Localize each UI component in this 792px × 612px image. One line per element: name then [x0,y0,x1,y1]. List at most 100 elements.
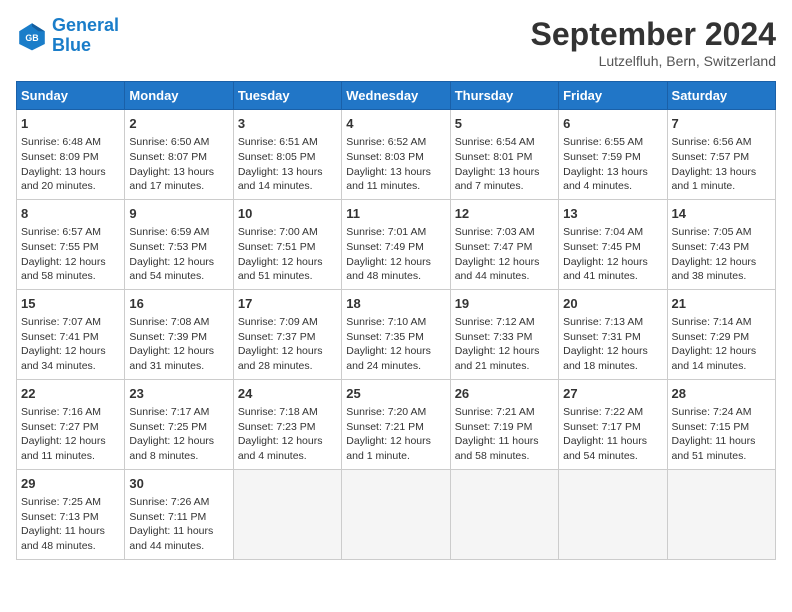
day-info: Sunrise: 7:21 AM Sunset: 7:19 PM Dayligh… [455,405,554,464]
day-info: Sunrise: 6:51 AM Sunset: 8:05 PM Dayligh… [238,135,337,194]
calendar-cell [559,469,667,559]
calendar-cell [450,469,558,559]
day-info: Sunrise: 7:26 AM Sunset: 7:11 PM Dayligh… [129,495,228,554]
day-info: Sunrise: 7:12 AM Sunset: 7:33 PM Dayligh… [455,315,554,374]
calendar-cell: 4Sunrise: 6:52 AM Sunset: 8:03 PM Daylig… [342,110,450,200]
calendar-cell: 15 Sunrise: 7:07 AM Sunset: 7:41 PM Dayli… [17,289,125,379]
calendar-cell: 24 Sunrise: 7:18 AM Sunset: 7:23 PM Dayli… [233,379,341,469]
weekday-header: Monday [125,82,233,110]
calendar-week-row: 29 Sunrise: 7:25 AM Sunset: 7:13 PM Dayli… [17,469,776,559]
day-number: 29 [21,475,120,493]
day-number: 30 [129,475,228,493]
day-info: Sunrise: 7:22 AM Sunset: 7:17 PM Dayligh… [563,405,662,464]
page-header: GB General Blue September 2024 Lutzelflu… [16,16,776,69]
calendar-week-row: 15 Sunrise: 7:07 AM Sunset: 7:41 PM Dayli… [17,289,776,379]
calendar-cell: 18Sunrise: 7:10 AM Sunset: 7:35 PM Dayli… [342,289,450,379]
calendar-cell: 19 Sunrise: 7:12 AM Sunset: 7:33 PM Dayli… [450,289,558,379]
day-number: 25 [346,385,445,403]
day-info: Sunrise: 6:54 AM Sunset: 8:01 PM Dayligh… [455,135,554,194]
day-number: 10 [238,205,337,223]
calendar-cell: 9 Sunrise: 6:59 AM Sunset: 7:53 PM Daylig… [125,199,233,289]
day-number: 5 [455,115,554,133]
day-info: Sunrise: 7:05 AM Sunset: 7:43 PM Dayligh… [672,225,771,284]
calendar-cell: 22 Sunrise: 7:16 AM Sunset: 7:27 PM Dayli… [17,379,125,469]
calendar-cell: 17Sunrise: 7:09 AM Sunset: 7:37 PM Dayli… [233,289,341,379]
calendar-table: SundayMondayTuesdayWednesdayThursdayFrid… [16,81,776,560]
day-info: Sunrise: 6:50 AM Sunset: 8:07 PM Dayligh… [129,135,228,194]
calendar-cell: 10 Sunrise: 7:00 AM Sunset: 7:51 PM Dayli… [233,199,341,289]
svg-text:GB: GB [25,33,38,43]
day-info: Sunrise: 7:16 AM Sunset: 7:27 PM Dayligh… [21,405,120,464]
day-info: Sunrise: 7:00 AM Sunset: 7:51 PM Dayligh… [238,225,337,284]
calendar-week-row: 1 Sunrise: 6:48 AM Sunset: 8:09 PM Daylig… [17,110,776,200]
day-number: 21 [672,295,771,313]
calendar-cell [233,469,341,559]
day-number: 14 [672,205,771,223]
logo: GB General Blue [16,16,119,56]
calendar-cell: 28Sunrise: 7:24 AM Sunset: 7:15 PM Dayli… [667,379,775,469]
day-number: 26 [455,385,554,403]
day-info: Sunrise: 7:03 AM Sunset: 7:47 PM Dayligh… [455,225,554,284]
day-number: 15 [21,295,120,313]
calendar-cell: 13 Sunrise: 7:04 AM Sunset: 7:45 PM Dayli… [559,199,667,289]
location-title: Lutzelfluh, Bern, Switzerland [531,53,776,69]
day-info: Sunrise: 7:01 AM Sunset: 7:49 PM Dayligh… [346,225,445,284]
day-number: 27 [563,385,662,403]
day-number: 3 [238,115,337,133]
calendar-cell: 27 Sunrise: 7:22 AM Sunset: 7:17 PM Dayli… [559,379,667,469]
calendar-header: SundayMondayTuesdayWednesdayThursdayFrid… [17,82,776,110]
day-info: Sunrise: 6:56 AM Sunset: 7:57 PM Dayligh… [672,135,771,194]
day-info: Sunrise: 7:18 AM Sunset: 7:23 PM Dayligh… [238,405,337,464]
day-number: 19 [455,295,554,313]
day-info: Sunrise: 6:57 AM Sunset: 7:55 PM Dayligh… [21,225,120,284]
weekday-header: Saturday [667,82,775,110]
calendar-cell: 23Sunrise: 7:17 AM Sunset: 7:25 PM Dayli… [125,379,233,469]
weekday-header: Friday [559,82,667,110]
weekday-header: Wednesday [342,82,450,110]
day-info: Sunrise: 7:08 AM Sunset: 7:39 PM Dayligh… [129,315,228,374]
day-info: Sunrise: 6:59 AM Sunset: 7:53 PM Dayligh… [129,225,228,284]
calendar-cell: 14 Sunrise: 7:05 AM Sunset: 7:43 PM Dayli… [667,199,775,289]
day-number: 6 [563,115,662,133]
weekday-header: Tuesday [233,82,341,110]
calendar-cell: 26 Sunrise: 7:21 AM Sunset: 7:19 PM Dayli… [450,379,558,469]
day-info: Sunrise: 7:14 AM Sunset: 7:29 PM Dayligh… [672,315,771,374]
calendar-cell: 20 Sunrise: 7:13 AM Sunset: 7:31 PM Dayli… [559,289,667,379]
day-number: 7 [672,115,771,133]
day-number: 13 [563,205,662,223]
calendar-cell: 8Sunrise: 6:57 AM Sunset: 7:55 PM Daylig… [17,199,125,289]
day-number: 20 [563,295,662,313]
day-info: Sunrise: 7:07 AM Sunset: 7:41 PM Dayligh… [21,315,120,374]
calendar-cell: 29 Sunrise: 7:25 AM Sunset: 7:13 PM Dayli… [17,469,125,559]
calendar-cell: 2 Sunrise: 6:50 AM Sunset: 8:07 PM Daylig… [125,110,233,200]
calendar-cell: 1 Sunrise: 6:48 AM Sunset: 8:09 PM Daylig… [17,110,125,200]
calendar-cell: 16Sunrise: 7:08 AM Sunset: 7:39 PM Dayli… [125,289,233,379]
title-block: September 2024 Lutzelfluh, Bern, Switzer… [531,16,776,69]
day-info: Sunrise: 7:13 AM Sunset: 7:31 PM Dayligh… [563,315,662,374]
day-info: Sunrise: 7:25 AM Sunset: 7:13 PM Dayligh… [21,495,120,554]
day-info: Sunrise: 6:52 AM Sunset: 8:03 PM Dayligh… [346,135,445,194]
day-number: 23 [129,385,228,403]
day-number: 24 [238,385,337,403]
calendar-body: 1 Sunrise: 6:48 AM Sunset: 8:09 PM Daylig… [17,110,776,560]
day-number: 22 [21,385,120,403]
day-info: Sunrise: 6:55 AM Sunset: 7:59 PM Dayligh… [563,135,662,194]
day-info: Sunrise: 7:09 AM Sunset: 7:37 PM Dayligh… [238,315,337,374]
day-info: Sunrise: 7:24 AM Sunset: 7:15 PM Dayligh… [672,405,771,464]
logo-text: General Blue [52,16,119,56]
day-number: 9 [129,205,228,223]
weekday-header: Sunday [17,82,125,110]
logo-icon: GB [16,20,48,52]
calendar-cell: 3 Sunrise: 6:51 AM Sunset: 8:05 PM Daylig… [233,110,341,200]
day-info: Sunrise: 7:04 AM Sunset: 7:45 PM Dayligh… [563,225,662,284]
day-number: 1 [21,115,120,133]
day-info: Sunrise: 6:48 AM Sunset: 8:09 PM Dayligh… [21,135,120,194]
month-title: September 2024 [531,16,776,53]
calendar-cell: 21 Sunrise: 7:14 AM Sunset: 7:29 PM Dayli… [667,289,775,379]
day-number: 2 [129,115,228,133]
day-info: Sunrise: 7:10 AM Sunset: 7:35 PM Dayligh… [346,315,445,374]
calendar-cell: 5 Sunrise: 6:54 AM Sunset: 8:01 PM Daylig… [450,110,558,200]
calendar-cell: 30 Sunrise: 7:26 AM Sunset: 7:11 PM Dayli… [125,469,233,559]
calendar-cell: 7 Sunrise: 6:56 AM Sunset: 7:57 PM Daylig… [667,110,775,200]
calendar-cell [342,469,450,559]
